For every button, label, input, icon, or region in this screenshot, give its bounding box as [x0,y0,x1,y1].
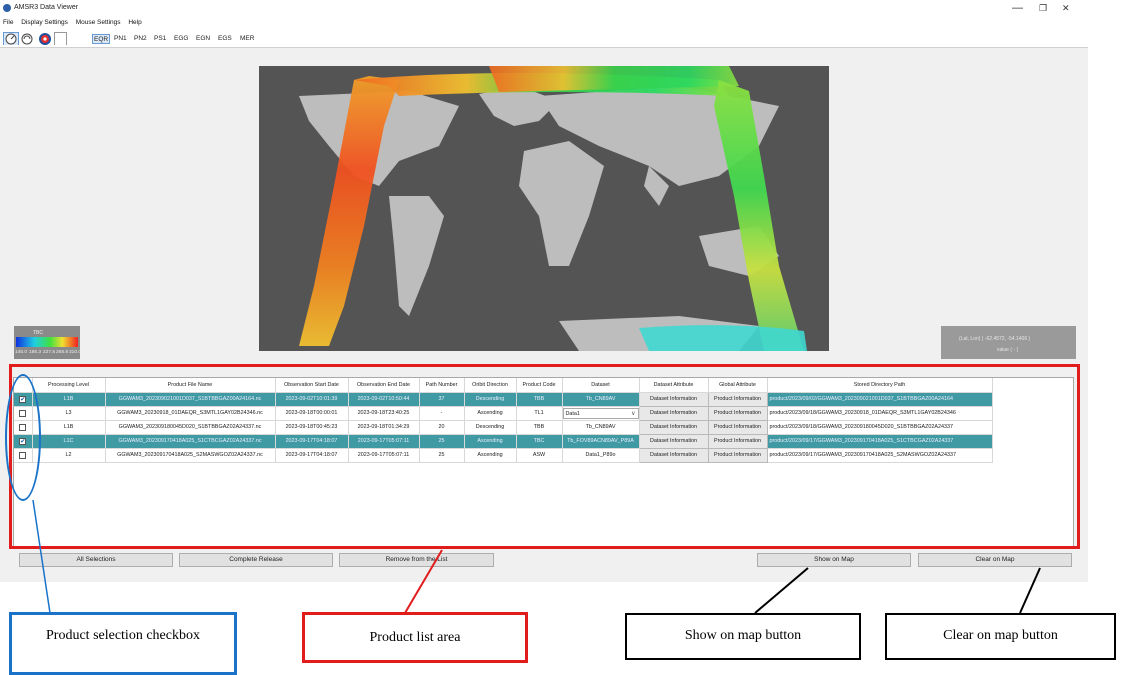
clear-button-callout: Clear on map button [885,613,1116,660]
callout-leaders [32,499,1041,614]
list-area-callout: Product list area [302,612,528,663]
checkbox-callout: Product selection checkbox [9,612,237,675]
show-button-callout: Show on map button [625,613,861,660]
